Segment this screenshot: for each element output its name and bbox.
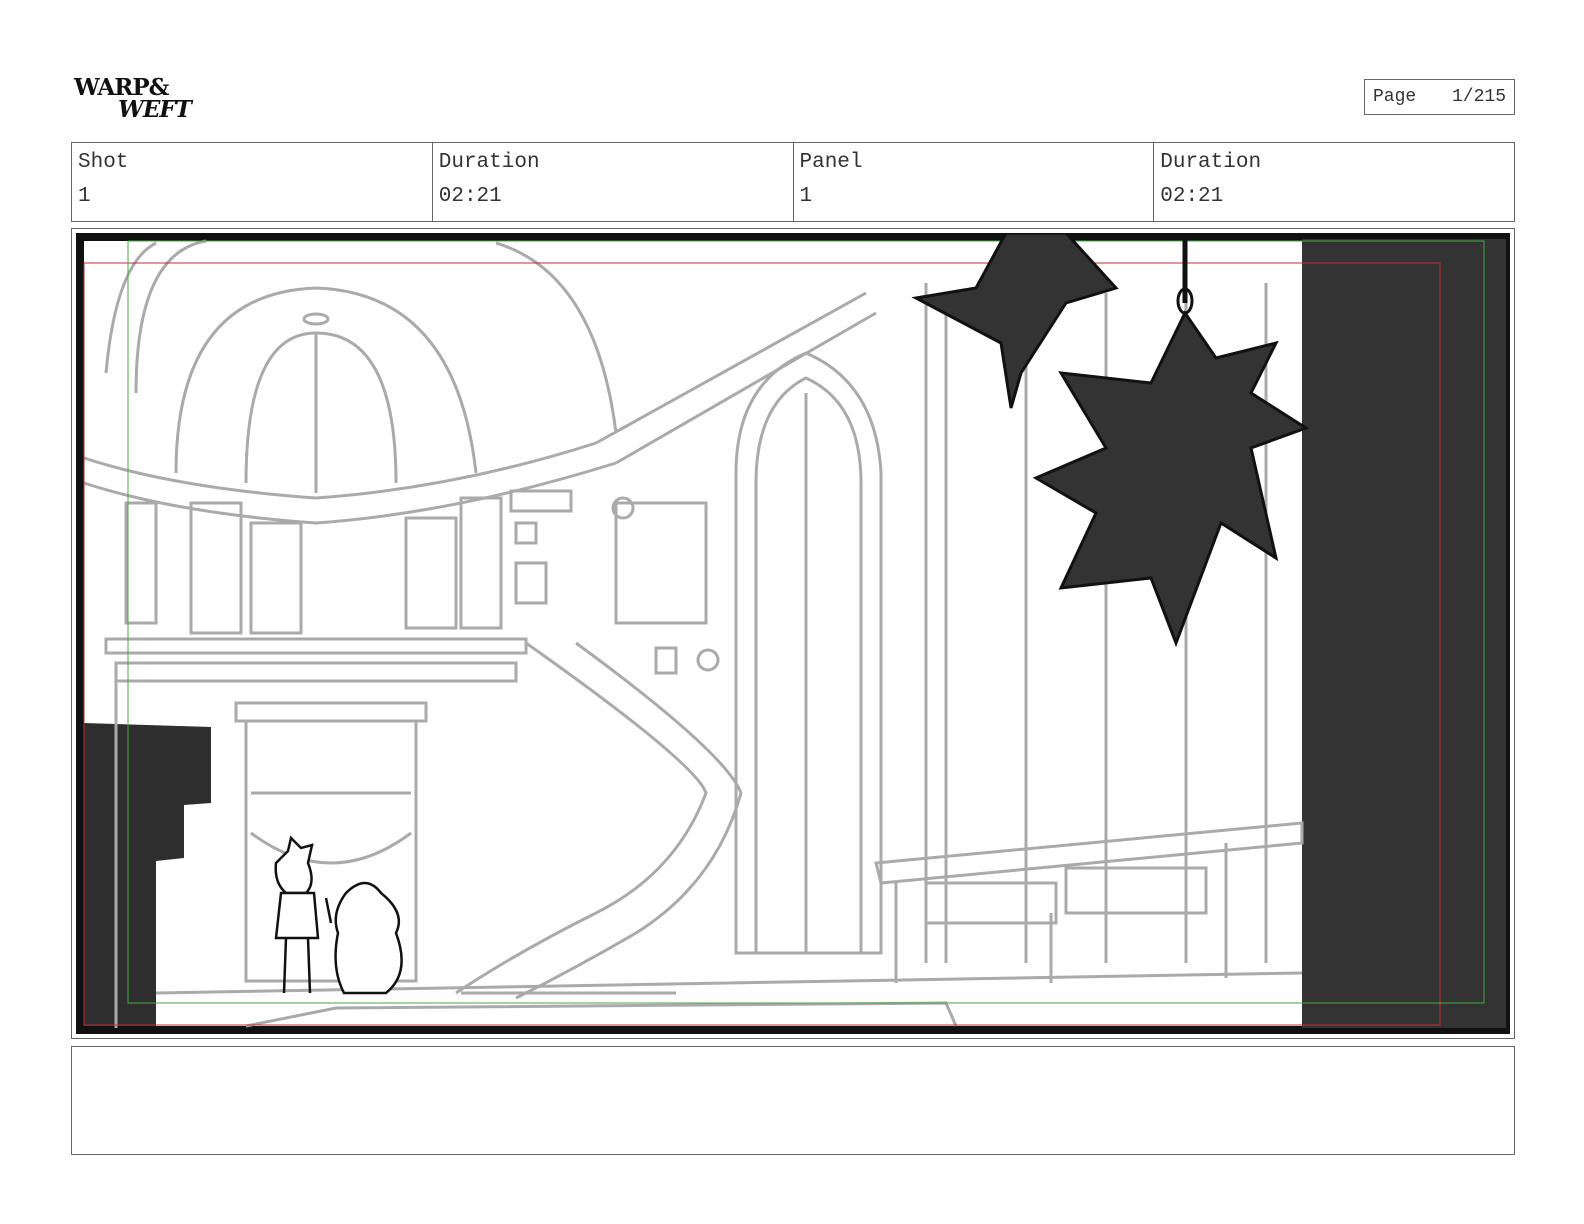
shot-duration-label: Duration	[438, 151, 540, 174]
shot-label: Shot	[78, 151, 129, 174]
panel-duration-cell: Duration 02:21	[1154, 143, 1514, 221]
panel-label: Panel	[799, 151, 863, 174]
panel-duration-label: Duration	[1160, 151, 1262, 174]
panel-cell: Panel 1	[794, 143, 1155, 221]
shot-duration-cell: Duration 02:21	[433, 143, 794, 221]
shot-info-table: Shot 1 Duration 02:21 Panel 1 Duration 0…	[71, 142, 1515, 222]
shot-duration-value: 02:21	[438, 185, 502, 208]
panel-duration-value: 02:21	[1160, 185, 1224, 208]
warp-and-weft-logo: WARP& WEFT	[72, 74, 202, 126]
page-number: 1/215	[1451, 87, 1506, 107]
page-label: Page	[1373, 87, 1417, 107]
panel-notes-box	[71, 1046, 1515, 1155]
logo-line-2: WEFT	[118, 96, 192, 123]
storyboard-panel-frame	[71, 228, 1515, 1039]
storyboard-sketch-image	[76, 233, 1510, 1034]
shot-value: 1	[78, 185, 91, 208]
page-indicator: Page 1/215	[1364, 79, 1515, 115]
panel-value: 1	[799, 185, 813, 208]
shot-cell: Shot 1	[72, 143, 433, 221]
